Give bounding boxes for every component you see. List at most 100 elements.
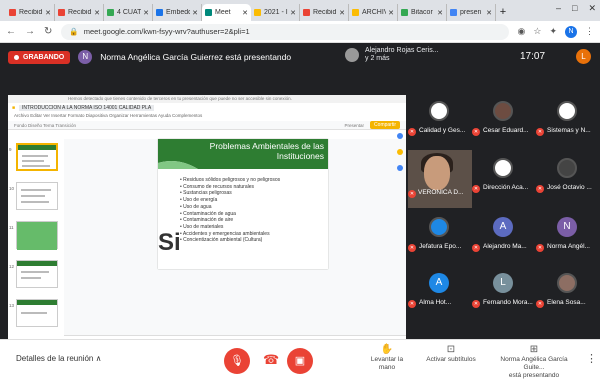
current-slide[interactable]: Problemas Ambientales de las Institucion… bbox=[158, 139, 328, 269]
participant-name: Cesar Eduard... bbox=[483, 127, 529, 134]
toolbar-options[interactable]: Fondo Diseño Tema Transición bbox=[14, 123, 76, 128]
slides-menu[interactable]: Archivo Editar Ver Insertar Formato Diap… bbox=[8, 113, 406, 121]
minimize-icon[interactable]: – bbox=[556, 3, 561, 14]
tab-favicon-icon bbox=[9, 9, 16, 16]
forward-icon[interactable]: → bbox=[25, 26, 35, 37]
participant-video[interactable]: ✕ VERONICA D... bbox=[408, 150, 472, 208]
participant-tile[interactable]: ✕ Jefatura Epo... bbox=[408, 209, 470, 265]
record-dot-icon bbox=[14, 54, 19, 60]
mic-off-icon: ✕ bbox=[408, 300, 416, 308]
participant-tile[interactable]: A ✕ Alejandro Ma... bbox=[472, 209, 534, 265]
presentation-header: GRABANDO N Norma Angélica García Guierre… bbox=[0, 43, 600, 71]
slide-thumbnail[interactable] bbox=[16, 299, 58, 327]
participant-tile[interactable]: ✕ José Octavio ... bbox=[536, 150, 598, 206]
presenter-avatar: N bbox=[78, 50, 93, 64]
raise-hand-button[interactable]: ✋ Levantar la mano bbox=[362, 345, 412, 372]
more-options-icon[interactable]: ⋮ bbox=[586, 352, 597, 365]
tab-close-icon[interactable]: ✕ bbox=[437, 9, 443, 17]
hang-up-button[interactable]: ☎ bbox=[263, 352, 279, 368]
back-icon[interactable]: ← bbox=[6, 26, 16, 37]
slide-big-letter: Si bbox=[158, 229, 181, 256]
browser-tab[interactable]: 4 CUAT ✕ bbox=[104, 4, 153, 21]
camera-icon[interactable]: ◉ bbox=[518, 26, 526, 37]
keep-icon[interactable] bbox=[397, 149, 403, 155]
browser-tab[interactable]: presen ✕ bbox=[447, 4, 496, 21]
close-window-icon[interactable]: ✕ bbox=[588, 3, 596, 14]
new-tab-button[interactable]: + bbox=[496, 4, 510, 21]
reload-icon[interactable]: ↻ bbox=[44, 26, 52, 37]
tab-close-icon[interactable]: ✕ bbox=[45, 9, 51, 17]
tab-close-icon[interactable]: ✕ bbox=[192, 9, 198, 17]
calendar-icon[interactable] bbox=[397, 133, 403, 139]
meeting-details-button[interactable]: Detalles de la reunión ∧ bbox=[16, 354, 101, 363]
browser-tab[interactable]: 2021 - I ✕ bbox=[251, 4, 300, 21]
presenting-line1: Norma Angélica García Guite... bbox=[500, 356, 568, 371]
tab-favicon-icon bbox=[401, 9, 408, 16]
browser-tab[interactable]: Embedd ✕ bbox=[153, 4, 202, 21]
browser-tab[interactable]: Meet ✕ bbox=[202, 4, 251, 21]
slide-bullet: Consumo de recursos naturales bbox=[180, 184, 280, 191]
tab-close-icon[interactable]: ✕ bbox=[94, 9, 100, 17]
profile-avatar[interactable]: N bbox=[565, 25, 577, 38]
browser-tab[interactable]: ARCHIV ✕ bbox=[349, 4, 398, 21]
participant-tile[interactable]: ✕ Dirección Aca... bbox=[472, 150, 534, 206]
tab-favicon-icon bbox=[156, 9, 163, 16]
tab-close-icon[interactable]: ✕ bbox=[339, 9, 345, 17]
mic-off-icon: ✕ bbox=[536, 244, 544, 252]
tasks-icon[interactable] bbox=[397, 165, 403, 171]
url-field[interactable]: 🔒 meet.google.com/kwn-fsyy-wrv?authuser=… bbox=[61, 23, 509, 40]
slide-bullet: Accidentes y emergencias ambientales bbox=[180, 231, 280, 238]
tab-label: Recibid bbox=[19, 9, 43, 16]
slide-bullet: Uso de materiales bbox=[180, 224, 280, 231]
participant-tile[interactable]: ✕ Cesar Eduard... bbox=[472, 93, 534, 149]
mic-toggle-button[interactable]: 🎙 bbox=[224, 348, 250, 374]
slide-thumbnail[interactable] bbox=[16, 143, 58, 171]
participant-avatar bbox=[557, 101, 577, 121]
slide-title: Problemas Ambientales de las Institucion… bbox=[210, 141, 324, 161]
present-icon: ⊞ bbox=[529, 344, 539, 355]
tab-close-icon[interactable]: ✕ bbox=[388, 9, 394, 17]
participant-tile[interactable]: ✕ Sistemas y N... bbox=[536, 93, 598, 149]
tab-close-icon[interactable]: ✕ bbox=[143, 9, 149, 17]
participant-avatar bbox=[557, 273, 577, 293]
slide-thumbnail[interactable] bbox=[16, 182, 58, 210]
tab-close-icon[interactable]: ✕ bbox=[486, 9, 492, 17]
tab-label: 4 CUAT bbox=[117, 9, 142, 16]
present-button[interactable]: Presentar bbox=[345, 123, 365, 128]
doc-title[interactable]: INTRODUCCION A LA NORMA ISO 14001 CALIDA… bbox=[19, 105, 155, 111]
mic-off-icon: 🎙 bbox=[230, 355, 244, 367]
tab-close-icon[interactable]: ✕ bbox=[290, 9, 296, 17]
browser-tab[interactable]: Recibid ✕ bbox=[55, 4, 104, 21]
participant-avatar bbox=[429, 101, 449, 121]
share-button[interactable]: Compartir bbox=[370, 121, 400, 129]
slide-thumbnail[interactable] bbox=[16, 221, 58, 250]
participant-tile[interactable]: A ✕ Alma Hot... bbox=[408, 265, 470, 321]
star-icon[interactable]: ☆ bbox=[533, 26, 541, 37]
slides-toolbar: Fondo Diseño Tema Transición Presentar C… bbox=[8, 121, 406, 130]
browser-tab[interactable]: Recibid ✕ bbox=[6, 4, 55, 21]
camera-toggle-button[interactable]: ▣ bbox=[287, 348, 313, 374]
slide-number: 11 bbox=[9, 225, 14, 230]
shared-screen: Hemos detectado que tienes contenido de … bbox=[8, 95, 406, 350]
meet-window: GRABANDO N Norma Angélica García Guierre… bbox=[0, 43, 600, 382]
slides-logo-icon: ■ bbox=[12, 105, 16, 111]
maximize-icon[interactable]: □ bbox=[572, 3, 577, 14]
participant-tile[interactable]: ✕ Elena Sosa... bbox=[536, 265, 598, 321]
participant-tile[interactable]: L ✕ Fernando Mora... bbox=[472, 265, 534, 321]
tab-close-icon[interactable]: ✕ bbox=[242, 9, 248, 17]
participant-tile[interactable]: ✕ Calidad y Ges... bbox=[408, 93, 470, 149]
browser-tab[interactable]: Recibid ✕ bbox=[300, 4, 349, 21]
pinned-participant[interactable]: Alejandro Rojas Ceris... y 2 más bbox=[345, 47, 439, 63]
extensions-icon[interactable]: ✦ bbox=[549, 26, 557, 37]
browser-tab[interactable]: Bitacor ✕ bbox=[398, 4, 447, 21]
slide-number: 13 bbox=[9, 303, 15, 308]
presenting-status-button[interactable]: ⊞ Norma Angélica García Guite... está pr… bbox=[492, 344, 576, 380]
slide-number: 9 bbox=[9, 147, 12, 152]
participant-avatar: L bbox=[493, 273, 513, 293]
tab-label: Recibid bbox=[313, 9, 337, 16]
captions-button[interactable]: ⊡ Activar subtítulos bbox=[426, 345, 476, 364]
menu-icon[interactable]: ⋮ bbox=[585, 26, 594, 37]
slide-thumbnail[interactable] bbox=[16, 260, 58, 288]
participant-tile[interactable]: N ✕ Norma Angél... bbox=[536, 209, 598, 265]
slide-title-line2: Instituciones bbox=[276, 151, 324, 161]
